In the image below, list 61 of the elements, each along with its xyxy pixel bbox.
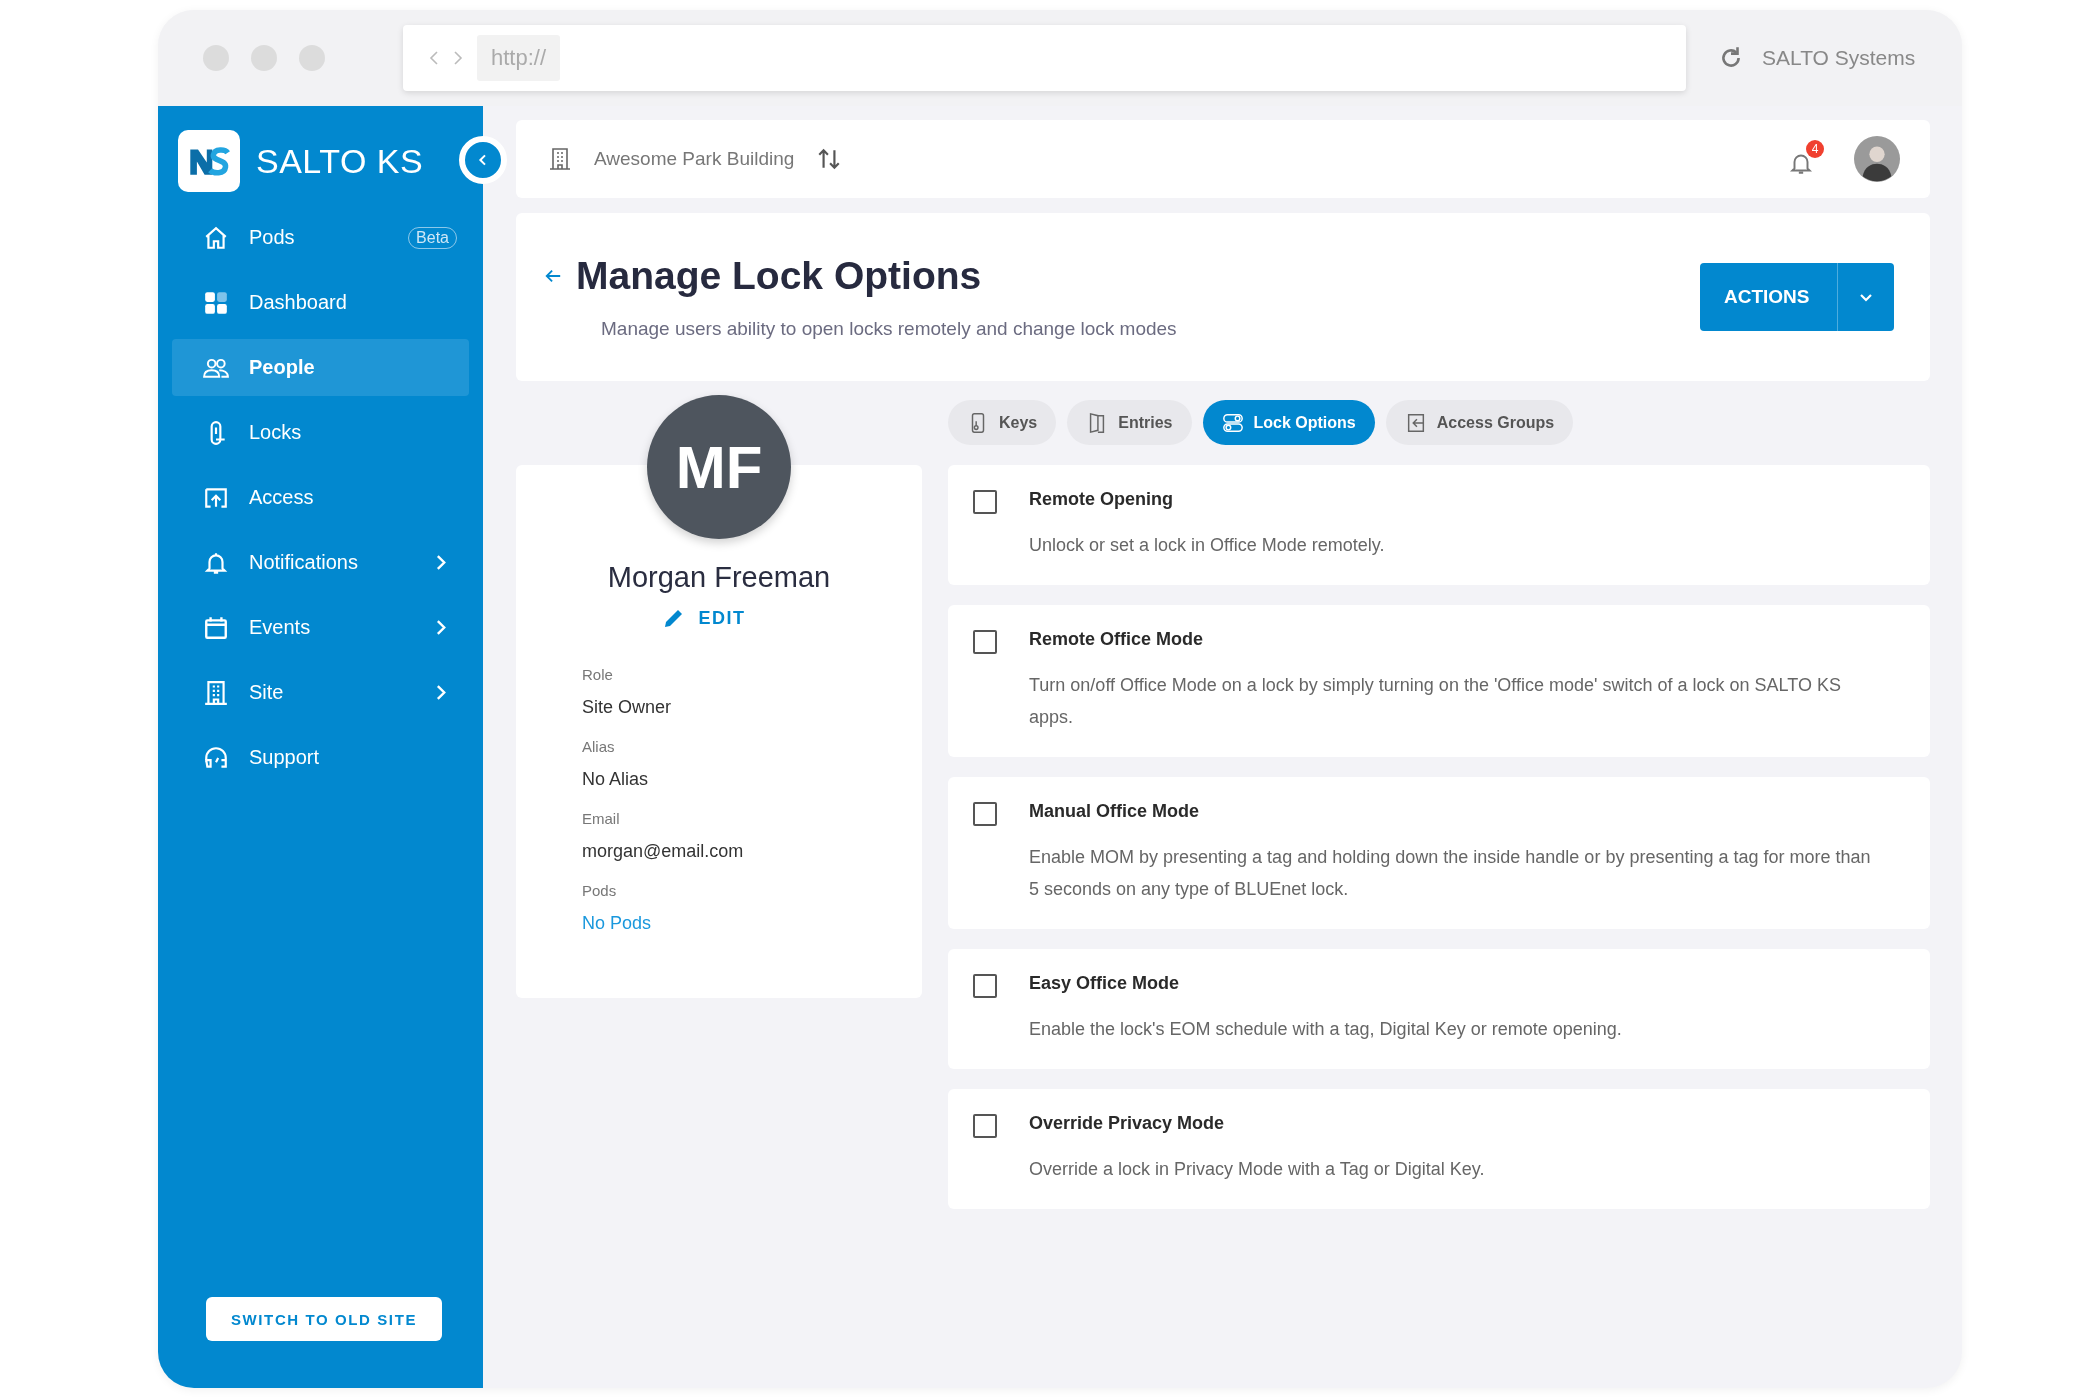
- avatar[interactable]: [1854, 136, 1900, 182]
- page-subtitle: Manage users ability to open locks remotely and change lock modes: [601, 318, 1178, 340]
- field-value: Site Owner: [582, 697, 673, 718]
- option-title: Easy Office Mode: [1029, 973, 1181, 994]
- option-description: Enable MOM by presenting a tag and holding down the inside handle or by presenting a tag for more than 5 seconds on any type of BLUEnet lock.: [1029, 846, 1872, 901]
- option-description: Override a lock in Privacy Mode with a Tag or Digital Key.: [1029, 1158, 1486, 1181]
- back-arrow-icon[interactable]: [544, 267, 562, 285]
- checkbox[interactable]: [973, 1114, 997, 1138]
- field-label: Role: [582, 666, 614, 683]
- option-title: Remote Office Mode: [1029, 629, 1205, 650]
- grid-icon: [203, 289, 229, 316]
- calendar-icon: [203, 614, 229, 641]
- option-description: Enable the lock's EOM schedule with a tag, Digital Key or remote opening.: [1029, 1018, 1623, 1041]
- nav-item[interactable]: Locks: [172, 404, 469, 461]
- nav-item[interactable]: Events: [172, 599, 469, 656]
- person-name: Morgan Freeman: [607, 561, 831, 594]
- headset-icon: [203, 744, 229, 771]
- tab[interactable]: Access Groups: [1385, 400, 1574, 445]
- building-name[interactable]: Awesome Park Building: [594, 148, 795, 170]
- actions-button[interactable]: ACTIONS: [1700, 263, 1894, 331]
- brand-name: SALTO KS: [256, 141, 424, 181]
- checkbox[interactable]: [973, 630, 997, 654]
- page-title: Manage Lock Options: [576, 254, 982, 298]
- field-value: No Alias: [582, 769, 650, 790]
- notification-badge: 4: [1806, 140, 1824, 158]
- building-icon: [203, 679, 229, 706]
- building-icon: [548, 147, 572, 171]
- tab[interactable]: Lock Options: [1202, 400, 1375, 445]
- home-icon: [203, 224, 229, 251]
- checkbox[interactable]: [973, 802, 997, 826]
- checkbox[interactable]: [973, 490, 997, 514]
- nav-item[interactable]: Pods Beta: [172, 209, 469, 266]
- notifications-button[interactable]: 4: [1786, 140, 1824, 178]
- option-title: Manual Office Mode: [1029, 801, 1200, 822]
- tab[interactable]: Entries: [1067, 400, 1192, 445]
- address-bar[interactable]: http://: [403, 25, 1686, 91]
- nav-item[interactable]: Access: [172, 469, 469, 526]
- switch-site-button[interactable]: SWITCH TO OLD SITE: [206, 1297, 442, 1341]
- nav-item[interactable]: Dashboard: [172, 274, 469, 331]
- url-text[interactable]: http://: [477, 35, 561, 81]
- nav-item[interactable]: Site: [172, 664, 469, 721]
- field-label: Email: [582, 810, 621, 827]
- initials-avatar: MF: [647, 395, 791, 539]
- field-label: Alias: [582, 738, 616, 755]
- tab[interactable]: Keys: [948, 400, 1057, 445]
- logo-icon: [178, 130, 240, 192]
- option-description: Turn on/off Office Mode on a lock by simply turning on the 'Office mode' switch of a lock on SALTO KS apps.: [1029, 674, 1842, 729]
- nav-item[interactable]: Support: [172, 729, 469, 786]
- toggles-icon: [1221, 411, 1244, 434]
- nav-item[interactable]: People: [172, 339, 469, 396]
- option-title: Remote Opening: [1029, 489, 1174, 510]
- checkbox[interactable]: [973, 974, 997, 998]
- field-link[interactable]: No Pods: [582, 913, 922, 934]
- option-title: Override Privacy Mode: [1029, 1113, 1226, 1134]
- option-description: Unlock or set a lock in Office Mode remotely.: [1029, 534, 1386, 557]
- nav-item[interactable]: Notifications: [172, 534, 469, 591]
- field-value: morgan@email.com: [582, 841, 745, 862]
- field-label: Pods: [582, 882, 618, 899]
- collapse-button[interactable]: [459, 136, 507, 184]
- site-name: SALTO Systems: [1762, 46, 1916, 70]
- edit-button[interactable]: EDIT: [662, 606, 746, 630]
